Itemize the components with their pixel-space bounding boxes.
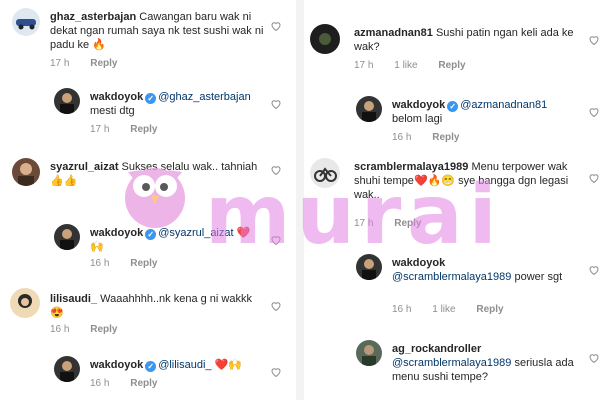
comment-mention[interactable]: @ghaz_asterbajan [158,91,251,103]
heart-outline-icon[interactable] [270,98,282,110]
reply-button[interactable]: Reply [90,58,117,69]
comment-body: wakdoyok ✓ @ghaz_asterbajan mesti dtg [90,90,260,118]
comment-meta: 17 h 1 like Reply [354,60,484,71]
comment-likes[interactable]: 1 like [394,60,417,71]
comment-meta: 16 h Reply [392,132,477,143]
comment-time: 16 h [50,324,70,335]
comment-item: azmanadnan81 Sushi patin ngan keli ada k… [310,24,600,76]
watermark-text: murai [205,168,503,263]
comment-text: belom lagi [392,113,443,125]
avatar[interactable] [54,88,80,114]
comment-meta: 17 h Reply [90,124,175,135]
comment-body: wakdoyok ✓ @lilisaudi_ ❤️🙌 [90,358,260,372]
avatar[interactable] [54,356,80,382]
comment-meta: 16 h 1 like Reply [392,304,522,315]
reply-button[interactable]: Reply [90,324,117,335]
comment-body: wakdoyok ✓ @azmanadnan81 belom lagi [392,98,572,126]
avatar[interactable] [54,224,80,250]
reply-button[interactable]: Reply [130,124,157,135]
verified-badge-icon: ✓ [447,101,459,112]
comment-body: ag_rockandroller @scramblermalaya1989 se… [392,342,582,384]
comment-item: lilisaudi_ Waaahhhh..nk kena g ni wakkk … [10,288,294,340]
heart-outline-icon[interactable] [588,172,600,184]
reply-button[interactable]: Reply [476,304,503,315]
comment-time: 17 h [354,60,374,71]
reply-button[interactable]: Reply [130,258,157,269]
comment-username[interactable]: wakdoyok [90,359,143,371]
comment-username[interactable]: lilisaudi_ [50,293,97,305]
comment-username[interactable]: wakdoyok [90,91,143,103]
reply-button[interactable]: Reply [432,132,459,143]
heart-outline-icon[interactable] [588,352,600,364]
comment-mention[interactable]: @lilisaudi_ [158,359,211,371]
comment-username[interactable]: syazrul_aizat [50,161,118,173]
verified-badge-icon: ✓ [145,229,157,240]
heart-outline-icon[interactable] [270,20,282,32]
heart-outline-icon[interactable] [270,366,282,378]
comment-mention[interactable]: @scramblermalaya1989 [392,271,511,283]
comment-emoji: 🔥 [92,39,106,51]
comment-meta: 17 h Reply [50,58,135,69]
comment-text: Waaahhhh..nk kena g ni wakkk [100,293,252,305]
comment-meta: 16 h Reply [90,378,175,389]
comment-body: ghaz_asterbajan Cawangan baru wak ni dek… [50,10,270,52]
comment-mention[interactable]: @azmanadnan81 [460,99,547,111]
reply-item: wakdoyok @scramblermalaya1989 power sgt … [356,254,600,320]
comment-text: power sgt [514,271,563,283]
comment-username[interactable]: wakdoyok [392,99,445,111]
comment-body: azmanadnan81 Sushi patin ngan keli ada k… [354,26,574,54]
comment-time: 16 h [90,258,110,269]
reply-item: wakdoyok ✓ @azmanadnan81 belom lagi 16 h R… [356,96,600,148]
reply-button[interactable]: Reply [130,378,157,389]
avatar[interactable] [310,24,340,54]
comment-time: 16 h [90,378,110,389]
comment-username[interactable]: azmanadnan81 [354,27,433,39]
avatar[interactable] [12,158,40,186]
comment-text: mesti dtg [90,105,135,117]
verified-badge-icon: ✓ [145,93,157,104]
comment-mention[interactable]: @scramblermalaya1989 [392,357,511,369]
comment-emoji: ❤️🙌 [214,359,243,371]
comment-body: lilisaudi_ Waaahhhh..nk kena g ni wakkk … [50,292,270,320]
comment-meta: 16 h Reply [90,258,175,269]
heart-outline-icon[interactable] [588,264,600,276]
avatar[interactable] [356,96,382,122]
avatar[interactable] [12,8,40,36]
avatar[interactable] [10,288,40,318]
comment-username[interactable]: ghaz_asterbajan [50,11,136,23]
reply-item: ag_rockandroller @scramblermalaya1989 se… [356,340,600,398]
comment-emoji: 👍👍 [50,175,78,187]
owl-watermark-icon [125,168,185,228]
comment-time: 16 h [392,304,412,315]
verified-badge-icon: ✓ [145,361,157,372]
comment-username[interactable]: ag_rockandroller [392,343,481,355]
comment-time: 17 h [90,124,110,135]
reply-item: wakdoyok ✓ @ghaz_asterbajan mesti dtg 17 h… [54,88,294,140]
comment-emoji: 😍 [50,307,64,319]
heart-outline-icon[interactable] [588,34,600,46]
avatar[interactable] [356,340,382,366]
heart-outline-icon[interactable] [270,300,282,312]
comment-item: ghaz_asterbajan Cawangan baru wak ni dek… [12,8,294,72]
comment-time: 17 h [50,58,70,69]
reply-button[interactable]: Reply [438,60,465,71]
comment-time: 16 h [392,132,412,143]
reply-item: wakdoyok ✓ @lilisaudi_ ❤️🙌 16 h Reply [54,356,294,398]
heart-outline-icon[interactable] [588,106,600,118]
comment-likes[interactable]: 1 like [432,304,455,315]
comment-meta: 16 h Reply [50,324,135,335]
